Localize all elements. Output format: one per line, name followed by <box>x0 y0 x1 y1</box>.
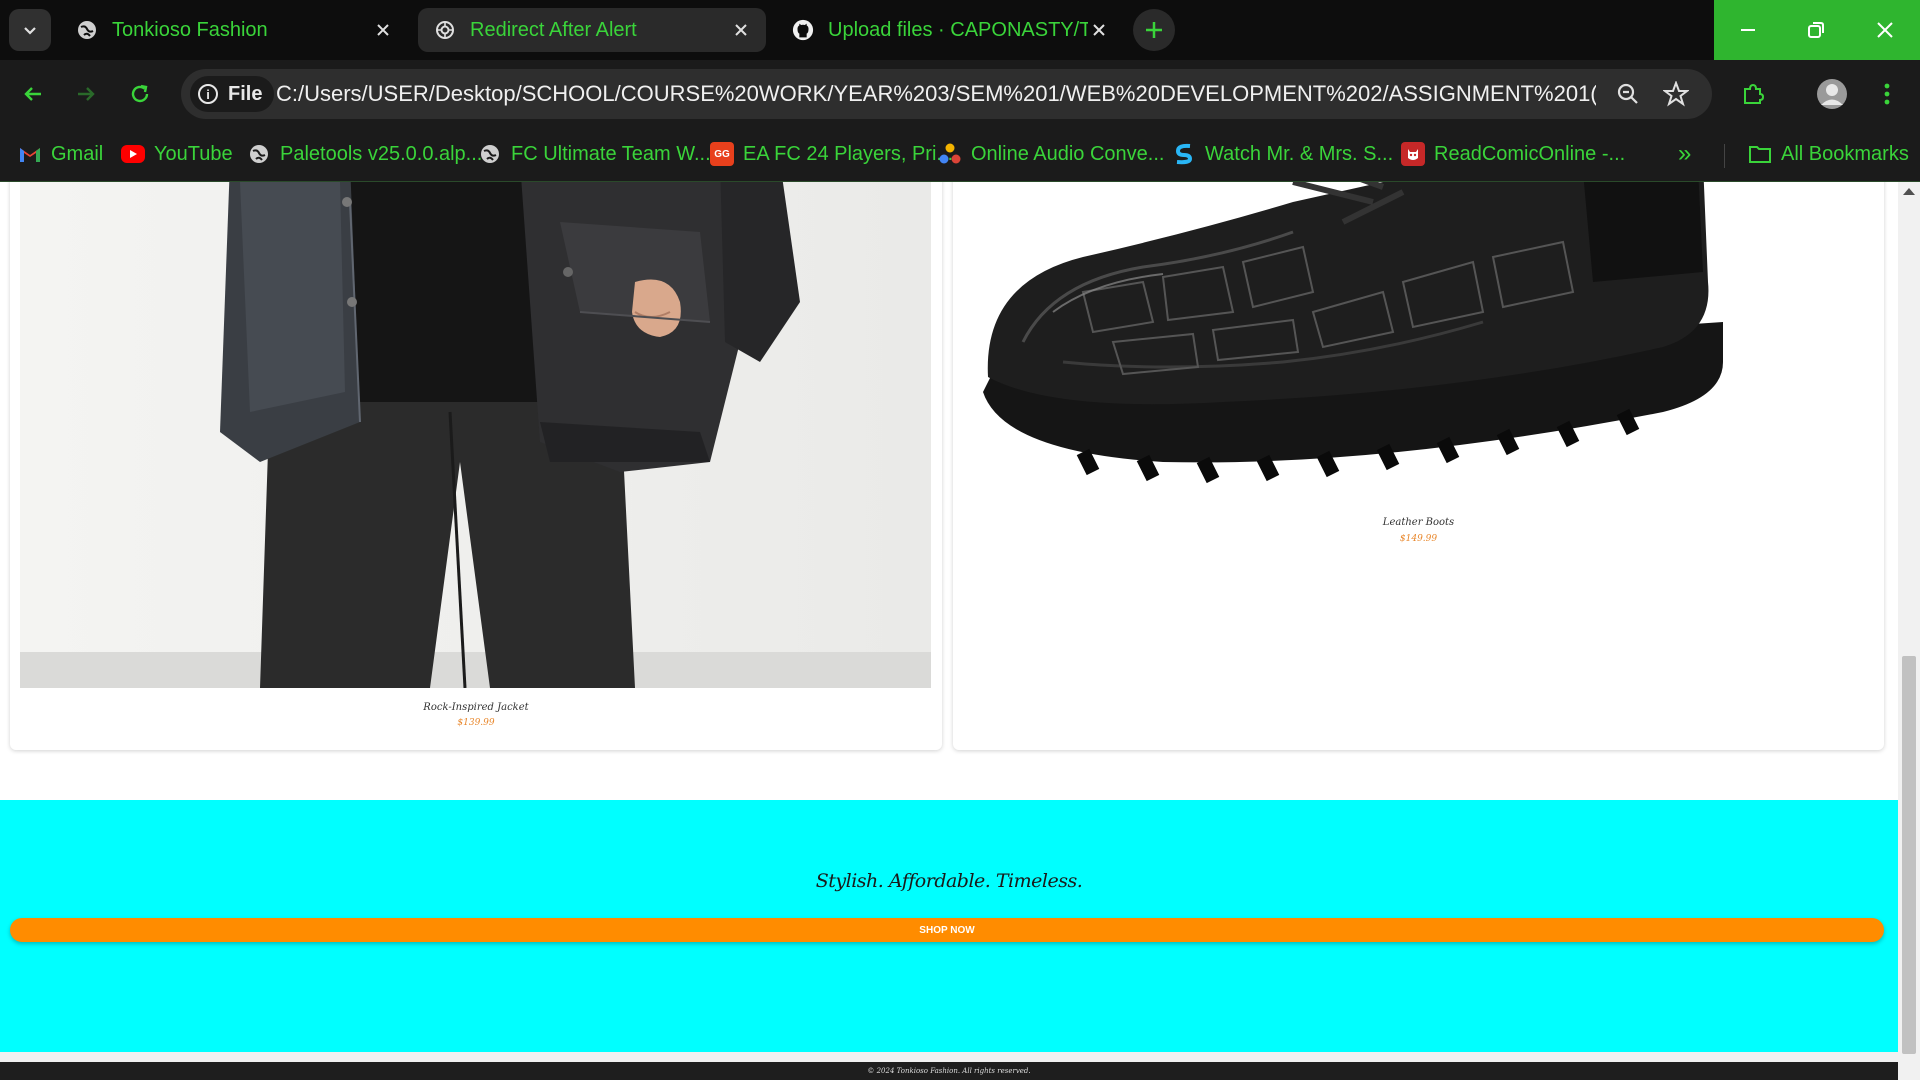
product-card-jacket[interactable]: Rock-Inspired Jacket $139.99 <box>10 182 942 750</box>
banner-tagline: Stylish. Affordable. Timeless. <box>815 870 1083 892</box>
close-tab-icon[interactable] <box>730 19 752 41</box>
site-info-chip[interactable]: i File <box>190 76 275 112</box>
shop-now-button[interactable]: SHOP NOW <box>10 918 1884 942</box>
tab-redirect-after-alert[interactable]: Redirect After Alert <box>418 8 766 52</box>
bookmark-watch-mr-mrs[interactable]: Watch Mr. & Mrs. S... <box>1172 140 1393 168</box>
folder-icon <box>1748 142 1772 166</box>
github-icon <box>792 19 814 41</box>
profile-avatar[interactable] <box>1812 74 1852 114</box>
browser-toolbar: i File C:/Users/USER/Desktop/SCHOOL/COUR… <box>0 60 1920 128</box>
reload-button[interactable] <box>120 74 160 114</box>
bookmark-fc-ultimate-team[interactable]: FC Ultimate Team W... <box>478 140 711 168</box>
close-tab-icon[interactable] <box>372 19 394 41</box>
bookmark-label: Gmail <box>51 142 104 165</box>
puzzle-icon <box>1744 83 1765 104</box>
comic-icon <box>1401 142 1425 166</box>
zoom-icon[interactable] <box>1615 81 1641 107</box>
close-window-button[interactable] <box>1850 0 1920 60</box>
page-scrollbar[interactable] <box>1898 182 1920 1080</box>
tab-strip: Tonkioso Fashion Redirect After Alert Up… <box>0 0 1920 60</box>
bookmark-paletools[interactable]: Paletools v25.0.0.alp... <box>247 140 482 168</box>
bookmark-label: ReadComicOnline -... <box>1434 142 1626 165</box>
audio-converter-icon <box>938 142 962 166</box>
product-name: Rock-Inspired Jacket <box>423 702 529 713</box>
boots-photo <box>963 182 1874 502</box>
bookmark-label: EA FC 24 Players, Pri... <box>743 142 954 165</box>
bookmarks-bar: Gmail YouTube Paletools v25.0.0.alp... F… <box>0 128 1920 182</box>
close-icon <box>1877 22 1893 38</box>
tab-search-button[interactable] <box>9 9 51 51</box>
bookmark-label: All Bookmarks <box>1781 142 1909 165</box>
restore-button[interactable] <box>1782 0 1850 60</box>
footer-copyright: © 2024 Tonkioso Fashion. All rights rese… <box>867 1067 1031 1075</box>
futgg-icon: GG <box>710 142 734 166</box>
bookmark-ea-fc-24[interactable]: GG EA FC 24 Players, Pri... <box>710 140 953 168</box>
minimize-icon <box>1741 29 1755 31</box>
page-footer: © 2024 Tonkioso Fashion. All rights rese… <box>0 1062 1898 1080</box>
youtube-icon <box>121 145 145 163</box>
arrow-right-icon <box>78 87 95 101</box>
plus-icon <box>1146 22 1162 38</box>
bookmark-gmail[interactable]: Gmail <box>18 140 103 168</box>
bookmark-audio-converter[interactable]: Online Audio Conve... <box>938 140 1164 168</box>
address-bar[interactable]: i File C:/Users/USER/Desktop/SCHOOL/COUR… <box>181 69 1712 119</box>
bookmark-readcomiconline[interactable]: ReadComicOnline -... <box>1401 140 1625 168</box>
streaming-icon <box>1172 142 1196 166</box>
bookmarks-overflow-button[interactable]: » <box>1678 140 1691 168</box>
avatar-icon <box>1817 79 1847 109</box>
tab-title: Tonkioso Fashion <box>112 18 268 41</box>
section-divider <box>0 1052 1898 1062</box>
bookmarks-divider <box>1724 144 1725 168</box>
bookmark-label: Watch Mr. & Mrs. S... <box>1205 142 1394 165</box>
globe-icon <box>76 19 98 41</box>
scroll-up-arrow-icon[interactable] <box>1903 188 1915 195</box>
close-tab-icon[interactable] <box>1088 19 1110 41</box>
chevron-down-icon <box>24 27 36 35</box>
chatgpt-icon <box>434 19 456 41</box>
product-name: Leather Boots <box>1382 517 1455 528</box>
tab-upload-files[interactable]: Upload files · CAPONASTY/TON <box>776 8 1124 52</box>
tab-title: Upload files · CAPONASTY/TON <box>828 18 1088 41</box>
browser-menu-button[interactable] <box>1867 74 1907 114</box>
bookmark-label: FC Ultimate Team W... <box>511 142 711 165</box>
tab-tonkioso[interactable]: Tonkioso Fashion <box>60 8 408 52</box>
bookmark-label: Paletools v25.0.0.alp... <box>280 142 483 165</box>
product-image-boots[interactable] <box>963 182 1874 502</box>
gmail-icon <box>18 142 42 166</box>
bookmark-label: Online Audio Conve... <box>971 142 1165 165</box>
minimize-button[interactable] <box>1714 0 1782 60</box>
url-text[interactable]: C:/Users/USER/Desktop/SCHOOL/COURSE%20WO… <box>276 81 1596 107</box>
globe-icon <box>247 142 271 166</box>
product-price: $149.99 <box>1399 534 1438 544</box>
restore-icon <box>1808 22 1824 38</box>
overflow-chevron: » <box>1678 140 1692 167</box>
extensions-button[interactable] <box>1733 74 1773 114</box>
info-icon: i <box>198 84 218 104</box>
jacket-photo <box>20 182 931 688</box>
arrow-left-icon <box>24 87 41 101</box>
product-card-boots[interactable]: Leather Boots $149.99 <box>953 182 1884 750</box>
reload-icon <box>131 84 149 103</box>
scheme-label: File <box>228 82 263 105</box>
forward-button[interactable] <box>66 74 106 114</box>
hero-banner: Stylish. Affordable. Timeless. SHOP NOW <box>0 800 1898 1052</box>
kebab-menu-icon <box>1884 83 1890 105</box>
product-image-jacket[interactable] <box>20 182 931 688</box>
bookmark-label: YouTube <box>154 142 233 165</box>
scrollbar-thumb[interactable] <box>1902 656 1916 1054</box>
bookmark-star-icon[interactable] <box>1663 81 1689 107</box>
product-price: $139.99 <box>457 718 495 728</box>
new-tab-button[interactable] <box>1133 9 1175 51</box>
back-button[interactable] <box>13 74 53 114</box>
bookmark-youtube[interactable]: YouTube <box>121 140 233 168</box>
all-bookmarks-button[interactable]: All Bookmarks <box>1748 140 1909 168</box>
tab-title: Redirect After Alert <box>470 18 637 41</box>
globe-icon <box>478 142 502 166</box>
page-viewport: Rock-Inspired Jacket $139.99 Leather Boo… <box>0 182 1898 1080</box>
